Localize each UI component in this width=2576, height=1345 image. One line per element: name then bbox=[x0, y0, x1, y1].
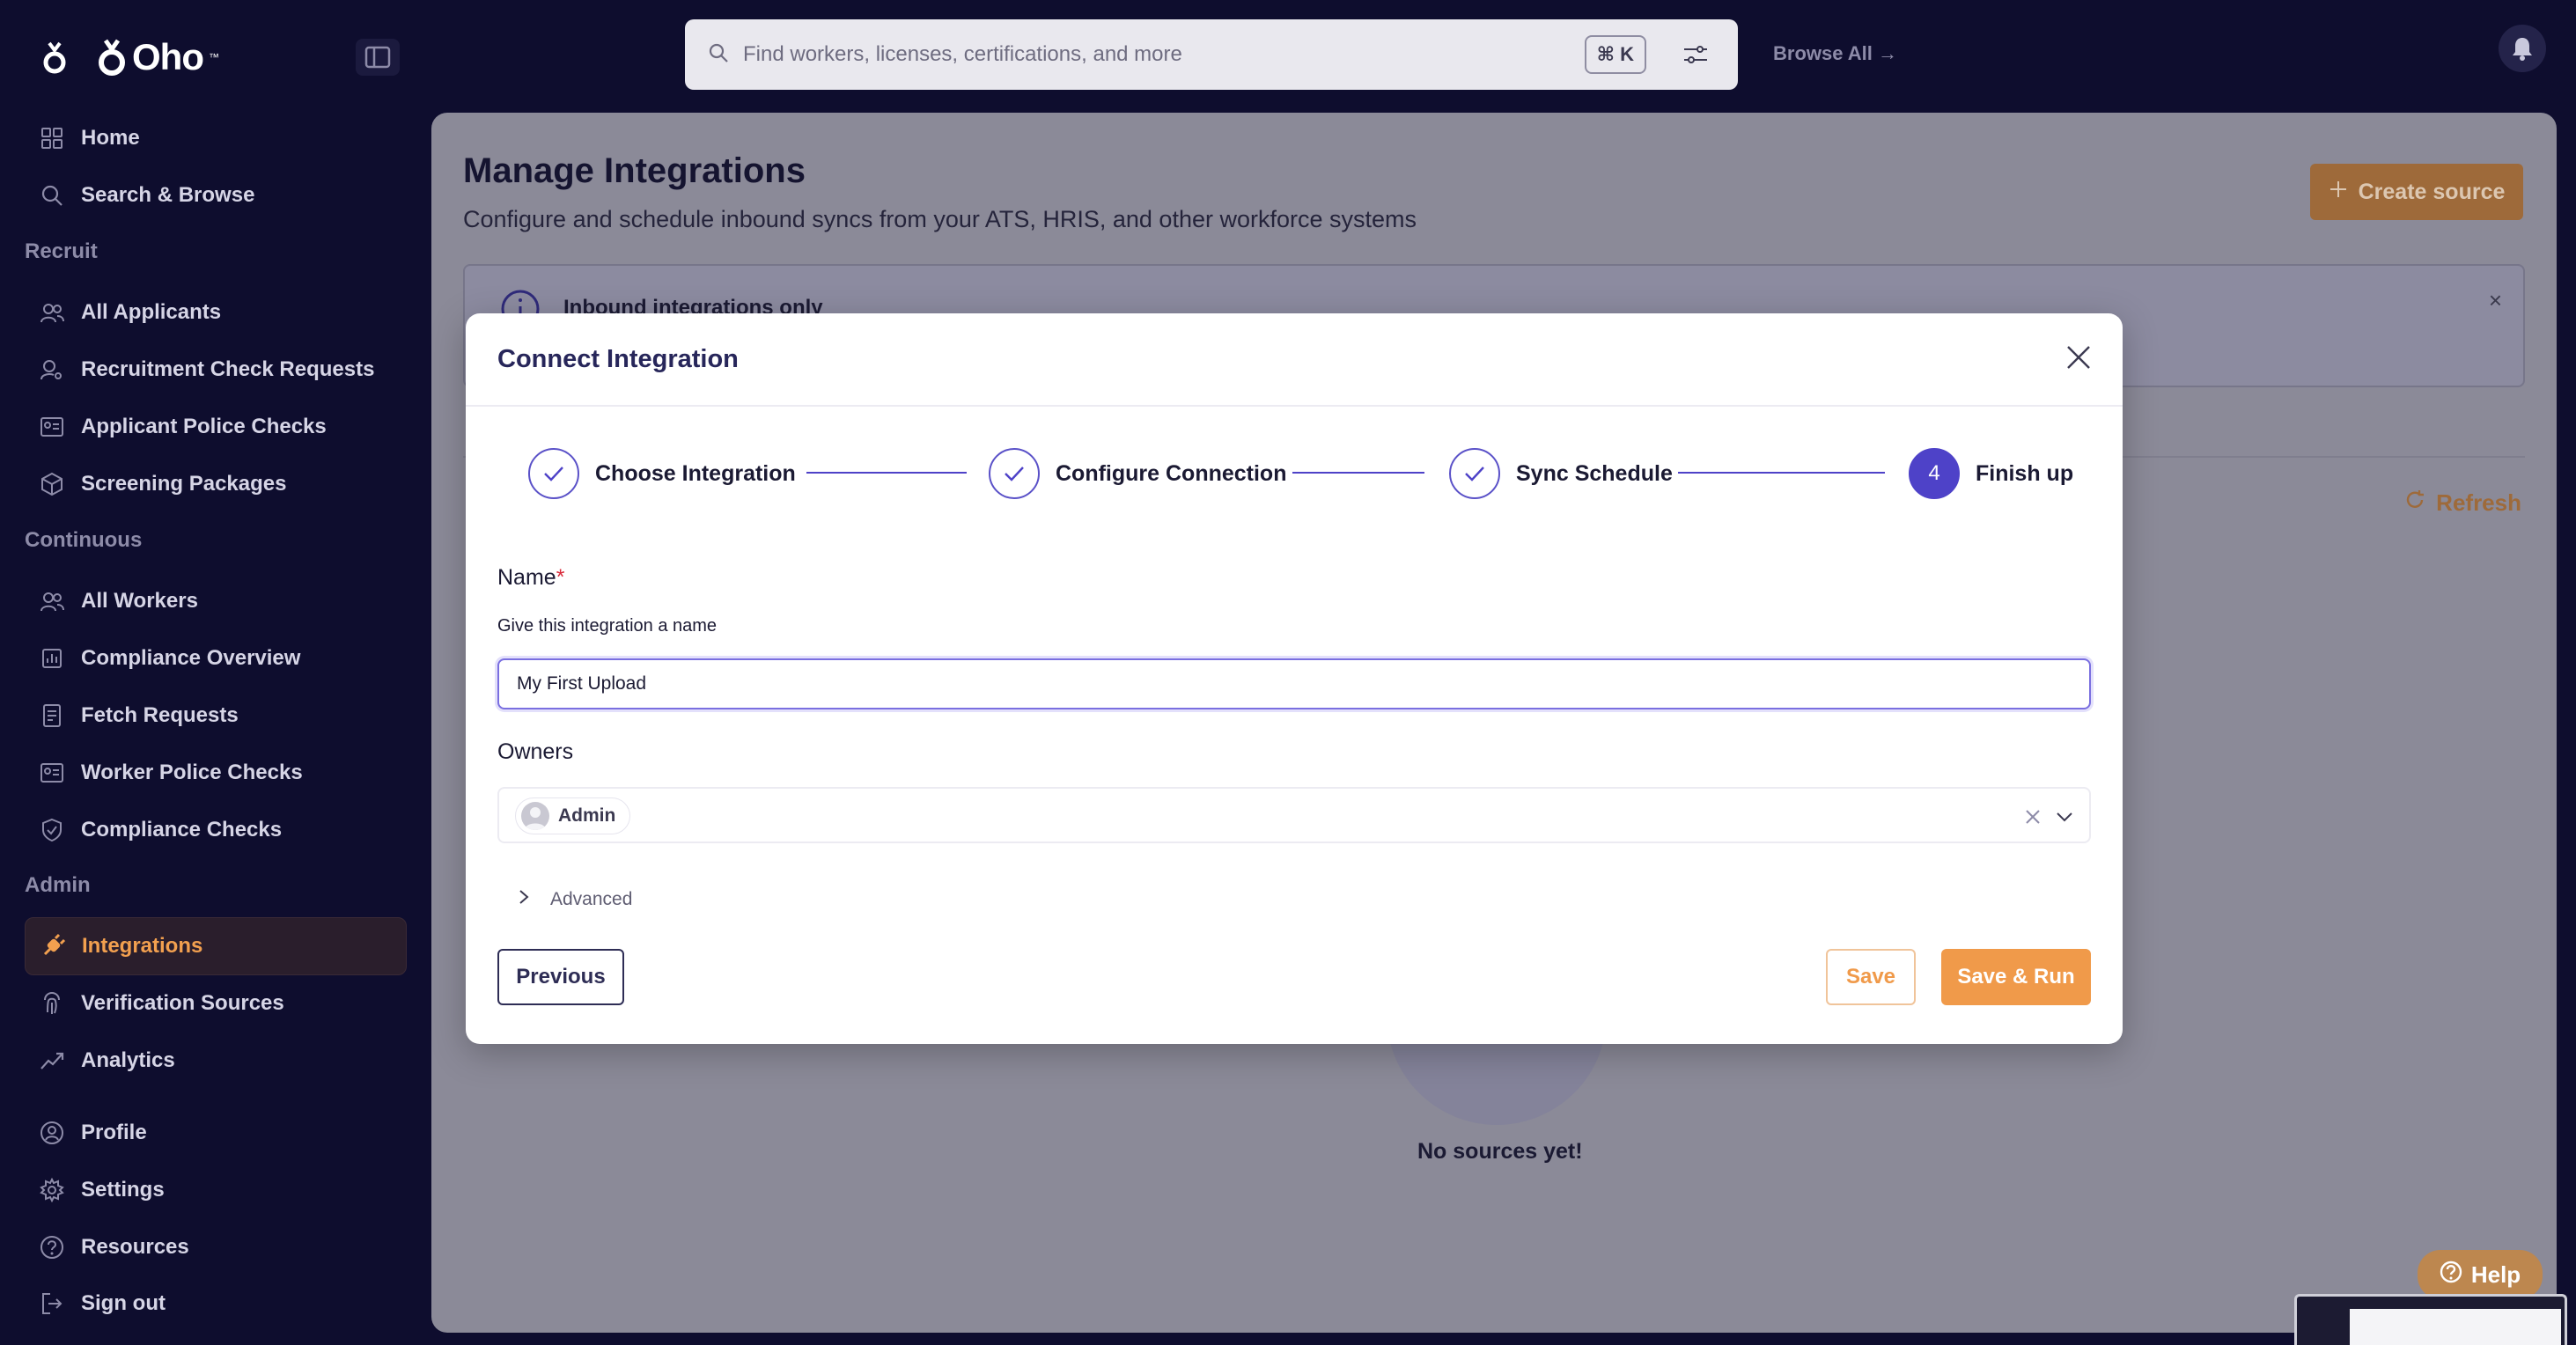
sidebar-item-home[interactable]: Home bbox=[25, 109, 407, 167]
step-configure-connection: Configure Connection bbox=[989, 447, 1286, 500]
package-icon bbox=[39, 471, 65, 497]
sidebar-item-resources[interactable]: Resources bbox=[25, 1218, 407, 1276]
sidebar-item-profile[interactable]: Profile bbox=[25, 1104, 407, 1162]
close-icon[interactable] bbox=[2061, 340, 2096, 375]
step-connector bbox=[1292, 472, 1424, 474]
owners-select[interactable]: Admin bbox=[497, 787, 2091, 843]
plus-icon bbox=[2329, 180, 2348, 205]
page-subtitle: Configure and schedule inbound syncs fro… bbox=[463, 206, 1417, 232]
owner-chip-admin[interactable]: Admin bbox=[515, 797, 631, 834]
close-icon[interactable]: × bbox=[2489, 287, 2502, 314]
shield-check-icon bbox=[39, 817, 65, 843]
refresh-icon bbox=[2404, 489, 2425, 517]
create-source-button[interactable]: Create source bbox=[2310, 164, 2523, 220]
users-icon bbox=[39, 299, 65, 326]
sidebar-item-worker-police-checks[interactable]: Worker Police Checks bbox=[25, 744, 407, 802]
save-and-run-button[interactable]: Save & Run bbox=[1941, 949, 2091, 1005]
sidebar-item-sign-out[interactable]: Sign out bbox=[25, 1275, 407, 1333]
sidebar-item-verification-sources[interactable]: Verification Sources bbox=[25, 974, 407, 1033]
step-choose-integration: Choose Integration bbox=[528, 447, 796, 500]
logo[interactable]: Oho ™ bbox=[39, 32, 219, 83]
trend-icon bbox=[39, 1047, 65, 1074]
step-number-badge: 4 bbox=[1909, 448, 1960, 499]
sidebar-item-integrations[interactable]: Integrations bbox=[25, 917, 407, 975]
save-button[interactable]: Save bbox=[1826, 949, 1916, 1005]
browse-all-link[interactable]: Browse All → bbox=[1773, 42, 1897, 65]
sidebar-item-screening-packages[interactable]: Screening Packages bbox=[25, 455, 407, 513]
advanced-toggle[interactable]: Advanced bbox=[519, 889, 632, 910]
users-icon bbox=[39, 588, 65, 614]
section-admin: Admin bbox=[25, 873, 91, 897]
sidebar-item-all-applicants[interactable]: All Applicants bbox=[25, 283, 407, 342]
previous-button[interactable]: Previous bbox=[497, 949, 624, 1005]
brand-logo: Oho ™ bbox=[97, 36, 219, 78]
document-icon bbox=[39, 702, 65, 729]
brand-name: Oho bbox=[132, 36, 204, 77]
sidebar-item-recruitment-check-requests[interactable]: Recruitment Check Requests bbox=[25, 341, 407, 399]
sidebar-item-settings[interactable]: Settings bbox=[25, 1161, 407, 1219]
step-finish-up: 4 Finish up bbox=[1909, 447, 2073, 500]
search-icon bbox=[708, 42, 729, 68]
gear-icon bbox=[39, 1177, 65, 1203]
name-help-text: Give this integration a name bbox=[497, 616, 718, 636]
id-card-icon bbox=[39, 414, 65, 440]
sidebar-item-search-browse[interactable]: Search & Browse bbox=[25, 166, 407, 224]
section-continuous: Continuous bbox=[25, 528, 143, 552]
avatar bbox=[521, 802, 549, 830]
modal-header: Connect Integration bbox=[466, 313, 2123, 407]
filter-icon[interactable] bbox=[1678, 37, 1713, 72]
help-button[interactable]: Help bbox=[2418, 1250, 2543, 1299]
name-label: Name* bbox=[497, 565, 565, 590]
integration-name-input[interactable] bbox=[497, 658, 2091, 709]
sidebar: Oho ™ Home Search & Browse Recruit All Ap… bbox=[0, 0, 431, 1345]
chevron-down-icon[interactable] bbox=[2054, 806, 2075, 827]
oho-mark-icon bbox=[39, 37, 70, 77]
help-circle-icon bbox=[2440, 1260, 2462, 1290]
global-search-bar[interactable]: Find workers, licenses, certifications, … bbox=[685, 19, 1738, 90]
step-connector bbox=[1678, 472, 1885, 474]
search-placeholder: Find workers, licenses, certifications, … bbox=[743, 42, 1182, 66]
user-circle-icon bbox=[39, 1120, 65, 1146]
chevron-right-icon bbox=[519, 889, 529, 910]
sidebar-item-fetch-requests[interactable]: Fetch Requests bbox=[25, 687, 407, 745]
page-title: Manage Integrations bbox=[463, 151, 806, 190]
refresh-button[interactable]: Refresh bbox=[2404, 489, 2521, 517]
fingerprint-icon bbox=[39, 990, 65, 1017]
section-recruit: Recruit bbox=[25, 239, 98, 263]
sidebar-toggle-button[interactable] bbox=[356, 39, 400, 76]
clear-icon[interactable] bbox=[2022, 806, 2043, 827]
sign-out-icon bbox=[39, 1290, 65, 1317]
required-asterisk: * bbox=[556, 565, 565, 590]
id-card-icon bbox=[39, 760, 65, 786]
step-sync-schedule: Sync Schedule bbox=[1449, 447, 1673, 500]
check-icon bbox=[1449, 448, 1500, 499]
search-icon bbox=[39, 182, 65, 209]
sidebar-item-compliance-overview[interactable]: Compliance Overview bbox=[25, 629, 407, 687]
screen-recording-thumbnail[interactable] bbox=[2294, 1294, 2567, 1345]
check-icon bbox=[528, 448, 579, 499]
plug-icon bbox=[40, 933, 66, 959]
empty-state-text: No sources yet! bbox=[1417, 1139, 1583, 1164]
user-search-icon bbox=[39, 356, 65, 383]
modal-title: Connect Integration bbox=[497, 345, 739, 373]
check-icon bbox=[989, 448, 1040, 499]
sidebar-item-compliance-checks[interactable]: Compliance Checks bbox=[25, 801, 407, 859]
owners-label: Owners bbox=[497, 739, 574, 764]
sidebar-item-all-workers[interactable]: All Workers bbox=[25, 572, 407, 630]
help-circle-icon bbox=[39, 1234, 65, 1260]
step-connector bbox=[806, 472, 967, 474]
connect-integration-modal: Connect Integration Choose Integration C… bbox=[466, 313, 2123, 1044]
sidebar-item-analytics[interactable]: Analytics bbox=[25, 1032, 407, 1090]
notifications-bell-icon[interactable] bbox=[2499, 25, 2546, 72]
bar-chart-icon bbox=[39, 645, 65, 672]
sidebar-item-applicant-police-checks[interactable]: Applicant Police Checks bbox=[25, 398, 407, 456]
keyboard-shortcut-badge: ⌘ K bbox=[1584, 35, 1646, 74]
grid-icon bbox=[39, 125, 65, 151]
